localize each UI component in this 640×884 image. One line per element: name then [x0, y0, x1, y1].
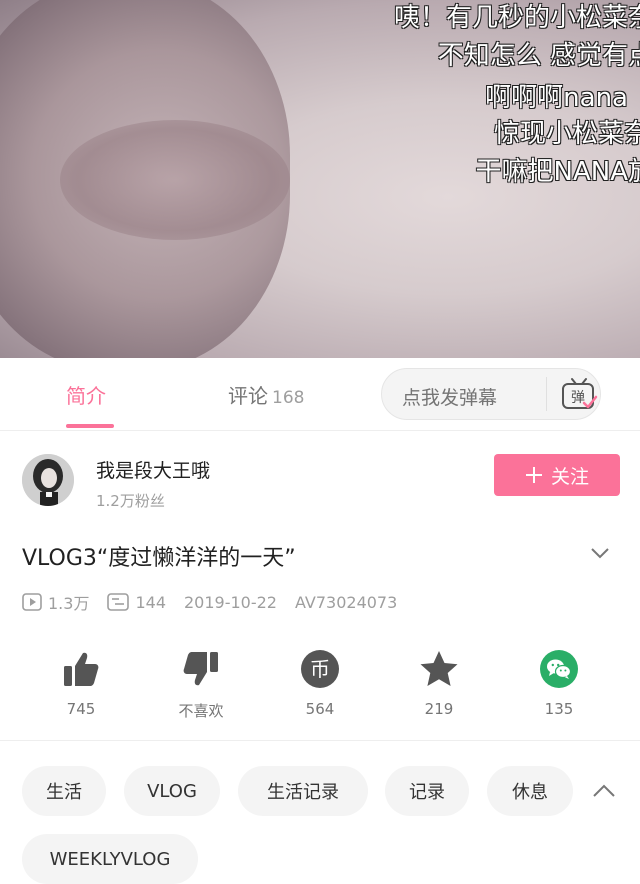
- expand-description-chevron-icon[interactable]: [590, 545, 610, 559]
- danmaku-icon-glyph: 弹: [571, 390, 585, 406]
- star-icon: [420, 651, 458, 686]
- danmaku-count: 144: [107, 593, 166, 612]
- publish-date: 2019-10-22: [184, 592, 277, 612]
- coin-count: 564: [305, 700, 335, 718]
- danmaku-toggle-icon[interactable]: 弹: [560, 377, 598, 413]
- tab-comments[interactable]: 评论 168: [228, 380, 304, 409]
- video-player[interactable]: 咦！有几秒的小松菜奈也 不知怎么 感觉有点淡 啊啊啊nana 惊现小松菜奈 干嘛…: [0, 0, 640, 358]
- coin-button[interactable]: 币 564: [275, 648, 365, 718]
- danmaku-count-icon: [107, 593, 130, 611]
- danmaku-line: 不知怎么 感觉有点淡: [437, 41, 640, 71]
- collapse-tags-chevron-icon[interactable]: [592, 783, 616, 799]
- plus-icon: [525, 467, 542, 483]
- comment-count: 168: [272, 388, 305, 408]
- thumbs-up-icon: [64, 652, 99, 686]
- tab-intro-label: 简介: [66, 384, 106, 408]
- tag-item[interactable]: 休息: [487, 766, 573, 816]
- danmaku-placeholder: 点我发弹幕: [402, 387, 498, 409]
- like-count: 745: [66, 700, 96, 718]
- avatar[interactable]: [22, 454, 74, 506]
- coin-icon: 币: [301, 650, 339, 688]
- play-count-icon: [22, 593, 42, 611]
- coin-glyph: 币: [310, 657, 330, 681]
- dislike-button[interactable]: 不喜欢: [156, 648, 246, 721]
- danmaku-line: 啊啊啊nana: [485, 83, 628, 113]
- danmaku-line: 惊现小松菜奈: [493, 119, 640, 149]
- tag-item[interactable]: 生活记录: [238, 766, 368, 816]
- uploader-fans: 1.2万粉丝: [96, 492, 165, 510]
- tag-item[interactable]: WEEKLYVLOG: [22, 834, 198, 884]
- av-id: AV73024073: [294, 592, 398, 612]
- tab-active-indicator: [66, 424, 114, 428]
- danmaku-count-text: 144: [135, 592, 166, 612]
- action-bar: 745 不喜欢 币 564 219 135: [0, 648, 640, 728]
- danmaku-input-divider: [546, 377, 547, 411]
- tag-item[interactable]: 生活: [22, 766, 106, 816]
- tag-item[interactable]: VLOG: [124, 766, 220, 816]
- uploader-name[interactable]: 我是段大王哦: [96, 456, 210, 483]
- favorite-button[interactable]: 219: [394, 648, 484, 718]
- danmaku-line: 干嘛把NANA放: [475, 157, 640, 187]
- wechat-icon: [540, 650, 578, 688]
- dislike-label: 不喜欢: [178, 702, 224, 720]
- tag-item[interactable]: 记录: [385, 766, 469, 816]
- section-divider: [0, 740, 640, 741]
- danmaku-input[interactable]: 点我发弹幕 弹: [381, 368, 601, 420]
- video-title: VLOG3“度过懒洋洋的一天”: [22, 546, 296, 571]
- tab-comments-label: 评论: [228, 384, 268, 408]
- uploader-section: 我是段大王哦 1.2万粉丝 关注: [0, 440, 640, 530]
- danmaku-line: 咦！有几秒的小松菜奈也: [393, 3, 640, 33]
- follow-button[interactable]: 关注: [494, 454, 620, 496]
- view-count: 1.3万: [22, 590, 89, 614]
- tab-bar: 简介 评论 168 点我发弹幕 弹: [0, 358, 640, 431]
- tab-intro[interactable]: 简介: [66, 380, 106, 409]
- view-count-text: 1.3万: [48, 594, 90, 613]
- like-button[interactable]: 745: [36, 648, 126, 718]
- video-meta: 1.3万 144 2019-10-22 AV73024073: [22, 590, 415, 614]
- share-button[interactable]: 135: [514, 648, 604, 718]
- thumbs-down-icon: [183, 652, 218, 686]
- follow-label: 关注: [550, 465, 589, 488]
- video-frame-shadow: [60, 120, 290, 240]
- favorite-count: 219: [424, 700, 454, 718]
- share-count: 135: [544, 700, 574, 718]
